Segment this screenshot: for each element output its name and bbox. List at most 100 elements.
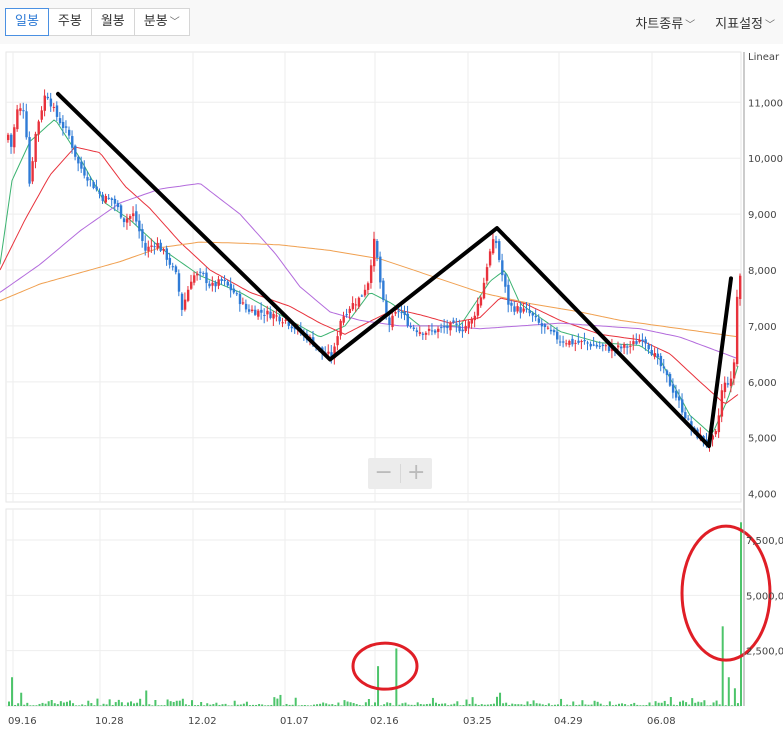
volume-bar [297, 705, 300, 706]
volume-bar [325, 703, 328, 706]
chart-type-label: 차트종류 [635, 17, 684, 32]
candle-up [464, 325, 467, 332]
volume-bar [361, 705, 364, 706]
volume-bar [666, 704, 669, 706]
candle-down [589, 343, 592, 347]
candle-up [449, 322, 452, 331]
volume-bar [364, 702, 367, 706]
candle-down [229, 283, 233, 291]
zoom-in-button[interactable]: + [400, 458, 432, 489]
zoom-out-button[interactable]: − [368, 458, 400, 489]
candle-down [360, 295, 364, 297]
volume-bar [730, 705, 733, 706]
volume-bar [569, 705, 572, 706]
candle-up [52, 106, 56, 108]
volume-bar [87, 700, 90, 706]
volume-bar [657, 702, 660, 706]
candle-down [446, 325, 449, 329]
candle-up [19, 108, 22, 111]
volume-bar [191, 700, 193, 706]
volume-bar [486, 704, 489, 706]
volume-bar [468, 703, 471, 706]
volume-bar [29, 705, 32, 706]
volume-bar [322, 702, 325, 706]
x-tick-label: 09.16 [8, 716, 37, 727]
candle-down [202, 272, 205, 274]
volume-bar [651, 705, 654, 706]
volume-bar [172, 701, 175, 706]
tab-weekly[interactable]: 주봉 [47, 8, 92, 36]
volume-bar [166, 699, 169, 706]
volume-bar [398, 704, 401, 706]
volume-bar [99, 705, 102, 706]
volume-bar [538, 703, 541, 706]
volume-bar [78, 705, 81, 706]
candle-up [354, 304, 358, 306]
volume-bar [480, 704, 483, 706]
indicator-settings-menu[interactable]: 지표설정 ﹀ [715, 13, 775, 32]
candle-down [226, 281, 229, 286]
candle-down [662, 366, 666, 369]
chart-type-menu[interactable]: 차트종류 ﹀ [635, 13, 695, 32]
volume-bar [32, 705, 35, 706]
volume-bar [392, 705, 395, 706]
candle-down [80, 161, 83, 169]
candle-up [272, 313, 275, 319]
volume-bar [151, 705, 154, 706]
candle-down [452, 320, 455, 323]
volume-bar [511, 703, 514, 706]
volume-bar [23, 704, 26, 706]
candle-down [409, 326, 412, 328]
candle-down [531, 313, 534, 316]
candle-up [281, 322, 284, 324]
candle-down [498, 241, 501, 260]
candle-up [104, 195, 107, 203]
volume-bar [608, 701, 611, 706]
candle-down [556, 331, 559, 340]
tab-minute[interactable]: 분봉 ﹀ [133, 8, 190, 36]
candle-down [74, 145, 77, 157]
candle-down [180, 293, 184, 310]
candle-down [513, 306, 516, 312]
candle-up [476, 303, 480, 316]
volume-bar [157, 705, 160, 706]
price-tick-label: 5,000 [748, 434, 777, 445]
volume-bar [285, 703, 288, 706]
volume-bar [557, 704, 559, 706]
tab-daily[interactable]: 일봉 [5, 8, 49, 36]
candle-up [732, 362, 736, 379]
candle-up [196, 273, 199, 276]
candle-up [522, 308, 525, 312]
minus-icon: − [374, 460, 393, 485]
candle-down [412, 327, 416, 329]
candle-down [263, 314, 266, 316]
candle-up [266, 310, 269, 315]
volume-pane [5, 508, 742, 707]
candle-up [357, 297, 361, 307]
candle-down [586, 342, 589, 344]
volume-bar [355, 704, 358, 706]
volume-bar [230, 705, 233, 706]
price-scale-label: Linear [748, 52, 780, 63]
volume-bar [288, 704, 291, 706]
volume-bar [169, 701, 172, 706]
stock-chart[interactable]: Linear 11,000 10,000 9,000 8,000 7,000 6,000 5,… [0, 44, 783, 730]
candle-down [571, 338, 574, 345]
volume-bar [465, 699, 468, 706]
volume-bar [273, 697, 276, 706]
volume-bar [416, 702, 419, 706]
candle-up [418, 332, 422, 334]
volume-bar [386, 702, 389, 706]
candle-down [177, 273, 181, 292]
volume-bar [212, 704, 215, 706]
candle-down [25, 111, 28, 138]
candle-down [510, 302, 513, 306]
volume-bar [111, 704, 114, 706]
tab-monthly[interactable]: 월봉 [90, 8, 135, 36]
candle-down [214, 282, 217, 287]
volume-bar [255, 704, 258, 706]
x-tick-label: 12.02 [188, 716, 217, 727]
candle-down [95, 186, 98, 190]
candle-down [559, 341, 562, 343]
price-tick-label: 10,000 [748, 154, 783, 165]
